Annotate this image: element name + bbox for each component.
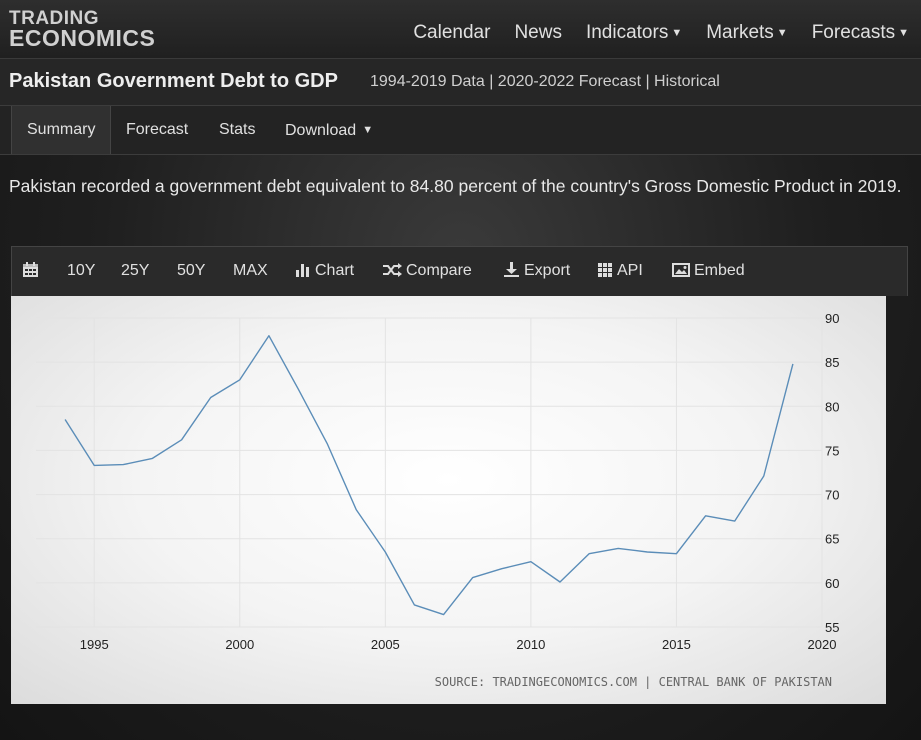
- logo-line-2: ECONOMICS: [9, 25, 156, 51]
- y-tick-label: 70: [825, 488, 839, 503]
- embed-button-label: Embed: [694, 262, 745, 279]
- nav-news[interactable]: News: [514, 22, 562, 44]
- data-point[interactable]: [178, 436, 186, 444]
- compare-button-label: Compare: [406, 262, 472, 279]
- data-point[interactable]: [789, 360, 797, 368]
- y-tick-label: 60: [825, 576, 839, 591]
- nav-calendar-label: Calendar: [413, 22, 491, 43]
- data-point[interactable]: [236, 376, 244, 384]
- api-button[interactable]: API: [597, 247, 643, 295]
- x-tick-label: 1995: [80, 637, 109, 652]
- data-point[interactable]: [440, 611, 448, 619]
- data-point[interactable]: [614, 544, 622, 552]
- data-point[interactable]: [90, 461, 98, 469]
- summary-description: Pakistan recorded a government debt equi…: [9, 176, 902, 196]
- data-point[interactable]: [731, 517, 739, 525]
- y-axis-ticks: 55 60 65 70 75 80 85 90: [825, 311, 839, 635]
- export-button-label: Export: [524, 262, 571, 279]
- export-button[interactable]: Export: [503, 247, 570, 295]
- series-layer: [61, 332, 797, 619]
- x-tick-label: 2005: [371, 637, 400, 652]
- x-tick-label: 2000: [225, 637, 254, 652]
- download-icon: [504, 262, 519, 277]
- page-title: Pakistan Government Debt to GDP: [9, 70, 338, 92]
- tab-stats[interactable]: Stats: [219, 106, 255, 154]
- x-tick-label: 2010: [516, 637, 545, 652]
- debt-to-gdp-chart: 1995 2000 2005 2010 2015 2020 55 60 65 70 75 80 85 9…: [36, 311, 839, 689]
- grid-icon: [598, 263, 612, 277]
- y-tick-label: 75: [825, 443, 839, 458]
- trading-economics-logo[interactable]: TRADING ECONOMICS: [9, 9, 156, 51]
- compare-button[interactable]: Compare: [382, 247, 472, 295]
- calendar-icon[interactable]: [22, 247, 43, 295]
- y-tick-label: 80: [825, 399, 839, 414]
- bar-chart-icon: [296, 264, 309, 277]
- data-point[interactable]: [585, 550, 593, 558]
- tab-summary[interactable]: Summary: [11, 106, 112, 154]
- data-point[interactable]: [119, 461, 127, 469]
- chart-panel: 1995 2000 2005 2010 2015 2020 55 60 65 70 75 80 85 9…: [11, 296, 886, 704]
- data-point[interactable]: [323, 439, 331, 447]
- data-point[interactable]: [410, 601, 418, 609]
- data-point[interactable]: [61, 416, 69, 424]
- data-point[interactable]: [760, 472, 768, 480]
- data-point[interactable]: [527, 558, 535, 566]
- embed-button[interactable]: Embed: [672, 247, 745, 295]
- chart-button-label: Chart: [315, 262, 355, 279]
- y-tick-label: 55: [825, 620, 839, 635]
- tab-download-label: Download: [285, 122, 357, 139]
- data-point[interactable]: [556, 578, 564, 586]
- y-tick-label: 85: [825, 355, 839, 370]
- chart-toolbar: 10Y 25Y 50Y MAX Chart Compare Export API…: [11, 246, 908, 296]
- data-point[interactable]: [207, 393, 215, 401]
- nav-news-label: News: [514, 22, 562, 43]
- data-point[interactable]: [498, 565, 506, 573]
- series-line: [64, 335, 794, 616]
- data-point[interactable]: [148, 454, 156, 462]
- x-axis-ticks: 1995 2000 2005 2010 2015 2020: [80, 637, 837, 652]
- range-25y-button[interactable]: 25Y: [121, 247, 149, 295]
- page-subtitle: 1994-2019 Data | 2020-2022 Forecast | Hi…: [370, 73, 720, 90]
- main-nav: Calendar News Indicators ▼ Markets ▼ Forec…: [389, 22, 909, 44]
- y-tick-label: 90: [825, 311, 839, 326]
- nav-indicators[interactable]: Indicators ▼: [586, 22, 682, 44]
- tab-download[interactable]: Download ▼: [285, 106, 373, 154]
- range-50y-button[interactable]: 50Y: [177, 247, 205, 295]
- shuffle-icon: [383, 263, 402, 277]
- caret-down-icon: ▼: [898, 27, 909, 39]
- y-tick-label: 65: [825, 532, 839, 547]
- chart-grid: [36, 317, 823, 628]
- data-point[interactable]: [672, 550, 680, 558]
- nav-markets[interactable]: Markets ▼: [706, 22, 787, 44]
- caret-down-icon: ▼: [359, 124, 374, 136]
- tabs-bar: Summary Forecast Stats Download ▼: [0, 106, 921, 155]
- data-point[interactable]: [381, 548, 389, 556]
- nav-forecasts[interactable]: Forecasts ▼: [812, 22, 909, 44]
- image-icon: [672, 263, 690, 277]
- data-point[interactable]: [294, 385, 302, 393]
- top-navigation-bar: TRADING ECONOMICS Calendar News Indicato…: [0, 0, 921, 59]
- chart-type-button[interactable]: Chart: [295, 247, 354, 295]
- tab-forecast[interactable]: Forecast: [126, 106, 188, 154]
- data-point[interactable]: [469, 574, 477, 582]
- range-10y-button[interactable]: 10Y: [67, 247, 95, 295]
- data-point[interactable]: [702, 512, 710, 520]
- x-tick-label: 2015: [662, 637, 691, 652]
- chart-source: SOURCE: TRADINGECONOMICS.COM | CENTRAL B…: [435, 675, 832, 689]
- api-button-label: API: [617, 262, 643, 279]
- data-point[interactable]: [265, 332, 273, 340]
- nav-markets-label: Markets: [706, 22, 774, 43]
- nav-calendar[interactable]: Calendar: [413, 22, 490, 44]
- caret-down-icon: ▼: [776, 27, 788, 39]
- caret-down-icon: ▼: [671, 27, 683, 39]
- nav-indicators-label: Indicators: [585, 22, 669, 43]
- data-point[interactable]: [643, 548, 651, 556]
- nav-forecasts-label: Forecasts: [811, 22, 896, 43]
- title-bar: Pakistan Government Debt to GDP 1994-201…: [0, 59, 921, 106]
- x-tick-label: 2020: [808, 637, 837, 652]
- range-max-button[interactable]: MAX: [233, 247, 268, 295]
- data-point[interactable]: [352, 506, 360, 514]
